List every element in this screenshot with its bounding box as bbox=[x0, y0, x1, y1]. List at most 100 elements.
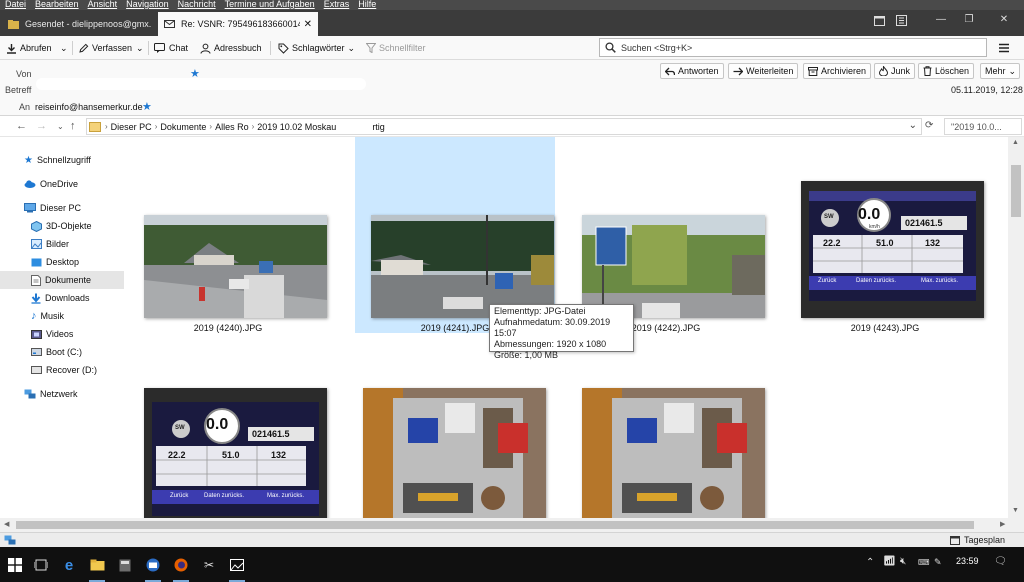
nav-dokumente[interactable]: Dokumente bbox=[0, 271, 124, 289]
search-placeholder: Suchen <Strg+K> bbox=[621, 42, 693, 53]
menu-nachricht[interactable]: Nachricht bbox=[178, 0, 216, 10]
breadcrumb-dokumente[interactable]: Dokumente bbox=[157, 122, 209, 132]
tagesplan-toggle[interactable]: Tagesplan bbox=[964, 535, 1005, 545]
star-icon: ★ bbox=[24, 154, 33, 166]
firefox-icon[interactable] bbox=[170, 554, 192, 582]
menu-hilfe[interactable]: Hilfe bbox=[358, 0, 376, 10]
menu-ansicht[interactable]: Ansicht bbox=[88, 0, 118, 10]
menu-datei[interactable]: Datei bbox=[5, 0, 26, 10]
network-icon bbox=[24, 389, 36, 399]
notifications-icon[interactable]: 🗨︎ bbox=[994, 556, 1007, 567]
refresh-icon[interactable]: ⟳ bbox=[925, 120, 933, 131]
keyboard-icon[interactable]: ⌨ bbox=[918, 558, 930, 567]
nav-bilder[interactable]: Bilder bbox=[0, 235, 124, 253]
gps-unit: km/h bbox=[869, 224, 880, 230]
schlagwoerter-button[interactable]: Schlagwörter ⌄ bbox=[278, 40, 355, 56]
breadcrumb-moskau[interactable]: 2019 10.02 Moskau bbox=[254, 122, 339, 132]
file-item[interactable]: 0.0 SW 021461.5 22.2 51.0 132 Zurück Dat… bbox=[128, 373, 328, 518]
calculator-icon[interactable] bbox=[114, 554, 136, 576]
verfassen-button[interactable]: Verfassen bbox=[78, 40, 132, 56]
nav-schnellzugriff[interactable]: ★ Schnellzugriff bbox=[0, 151, 124, 169]
nav-downloads[interactable]: Downloads bbox=[0, 289, 124, 307]
breadcrumb-alles-ro[interactable]: Alles Ro bbox=[212, 122, 252, 132]
menu-extras[interactable]: Extras bbox=[324, 0, 350, 10]
pen-icon[interactable]: ✎ bbox=[934, 557, 942, 568]
close-window-icon[interactable]: ✕ bbox=[988, 12, 1020, 28]
breadcrumb-dieser-pc[interactable]: Dieser PC bbox=[108, 122, 155, 132]
file-item[interactable]: 0.0 km/h SW 021461.5 22.2 51.0 132 Zurüc… bbox=[785, 137, 985, 333]
star-icon[interactable]: ★ bbox=[142, 100, 152, 113]
chat-button[interactable]: Chat bbox=[154, 40, 188, 56]
loeschen-button[interactable]: Löschen bbox=[918, 63, 975, 79]
tab-message[interactable]: Re: VSNR: 7954961836600146 ✕ bbox=[158, 12, 318, 36]
nav-videos[interactable]: Videos bbox=[0, 325, 124, 343]
photo-thumbnail bbox=[371, 215, 554, 318]
scroll-thumb[interactable] bbox=[16, 521, 974, 529]
path-dropdown-icon[interactable]: ⌄ bbox=[909, 120, 917, 131]
junk-button[interactable]: Junk bbox=[874, 63, 916, 79]
photo-thumbnail bbox=[582, 215, 765, 318]
file-item[interactable] bbox=[347, 373, 547, 518]
minimize-icon[interactable]: — bbox=[930, 12, 952, 28]
calendar-icon bbox=[950, 535, 960, 545]
breadcrumb-current[interactable]: rtig bbox=[369, 122, 388, 132]
abrufen-dropdown[interactable]: ⌄ bbox=[60, 40, 68, 56]
nav-recover-d[interactable]: Recover (D:) bbox=[0, 361, 124, 379]
nav-3d-objekte[interactable]: 3D-Objekte bbox=[0, 217, 124, 235]
app-menu-button[interactable] bbox=[998, 40, 1010, 56]
tab-gesendet[interactable]: Gesendet - dielippenoos@gmx. bbox=[2, 12, 154, 36]
photos-app-icon[interactable] bbox=[226, 554, 248, 582]
gps-value-2: 51.0 bbox=[222, 450, 240, 460]
path-box[interactable]: › Dieser PC › Dokumente › Alles Ro › 201… bbox=[86, 118, 922, 135]
file-item[interactable] bbox=[566, 373, 766, 518]
nav-musik[interactable]: ♪ Musik bbox=[0, 307, 124, 325]
scroll-down-icon[interactable]: ▼ bbox=[1012, 507, 1019, 514]
menu-bearbeiten[interactable]: Bearbeiten bbox=[35, 0, 79, 10]
search-input[interactable]: Suchen <Strg+K> bbox=[599, 38, 987, 57]
recent-locations-icon[interactable]: ⌄ bbox=[57, 122, 64, 131]
scroll-right-icon[interactable]: ▶ bbox=[1000, 520, 1005, 528]
restore-icon[interactable]: ❐ bbox=[958, 12, 980, 28]
verfassen-dropdown[interactable]: ⌄ bbox=[136, 40, 144, 56]
speaker-muted-icon[interactable]: 🔇︎ bbox=[900, 556, 906, 567]
network-icon[interactable]: 📶︎ bbox=[883, 556, 896, 567]
menu-navigation[interactable]: Navigation bbox=[126, 0, 169, 10]
adressbuch-button[interactable]: Adressbuch bbox=[200, 40, 262, 56]
menu-termine[interactable]: Termine und Aufgaben bbox=[225, 0, 315, 10]
up-arrow-icon[interactable]: ↑ bbox=[70, 120, 76, 132]
close-tab-icon[interactable]: ✕ bbox=[304, 19, 312, 30]
abrufen-button[interactable]: Abrufen bbox=[6, 40, 52, 56]
chevron-up-icon[interactable]: ⌃ bbox=[866, 557, 874, 568]
thunderbird-icon[interactable] bbox=[142, 554, 164, 582]
snipping-tool-icon[interactable]: ✂ bbox=[198, 554, 220, 576]
nav-netzwerk[interactable]: Netzwerk bbox=[0, 385, 124, 403]
nav-boot-c[interactable]: Boot (C:) bbox=[0, 343, 124, 361]
mehr-button[interactable]: Mehr ⌄ bbox=[980, 63, 1020, 79]
file-explorer-icon[interactable] bbox=[86, 554, 108, 582]
file-item[interactable]: 2019 (4240).JPG bbox=[128, 137, 328, 333]
forward-arrow-icon[interactable]: → bbox=[36, 120, 47, 132]
back-arrow-icon[interactable]: ← bbox=[16, 120, 27, 132]
horizontal-scrollbar[interactable]: ◀ ▶ bbox=[0, 518, 1024, 532]
calendar-icon[interactable] bbox=[868, 12, 890, 28]
clock-time[interactable]: 23:59 bbox=[956, 556, 979, 566]
tasks-icon[interactable] bbox=[890, 12, 912, 28]
explorer-search-input[interactable]: "2019 10.0... bbox=[944, 118, 1022, 135]
task-view-icon[interactable] bbox=[30, 554, 52, 576]
nav-onedrive[interactable]: OneDrive bbox=[0, 175, 124, 193]
nav-desktop[interactable]: Desktop bbox=[0, 253, 124, 271]
scroll-left-icon[interactable]: ◀ bbox=[4, 520, 9, 528]
nav-dieser-pc[interactable]: Dieser PC bbox=[0, 199, 124, 217]
flame-icon bbox=[879, 66, 888, 76]
recipient-address[interactable]: reiseinfo@hansemerkur.de bbox=[35, 102, 143, 112]
archivieren-button[interactable]: Archivieren bbox=[803, 63, 872, 79]
weiterleiten-button[interactable]: Weiterleiten bbox=[728, 63, 799, 79]
scroll-up-icon[interactable]: ▲ bbox=[1012, 139, 1019, 146]
windows-start-icon[interactable] bbox=[4, 554, 26, 576]
edge-browser-icon[interactable]: e bbox=[58, 554, 80, 576]
schnellfilter-button[interactable]: Schnellfilter bbox=[366, 40, 426, 56]
vertical-scrollbar[interactable]: ▲ ▼ bbox=[1008, 137, 1024, 518]
antworten-button[interactable]: Antworten bbox=[660, 63, 724, 79]
nav-label: Netzwerk bbox=[40, 389, 78, 399]
scroll-thumb[interactable] bbox=[1011, 165, 1021, 217]
